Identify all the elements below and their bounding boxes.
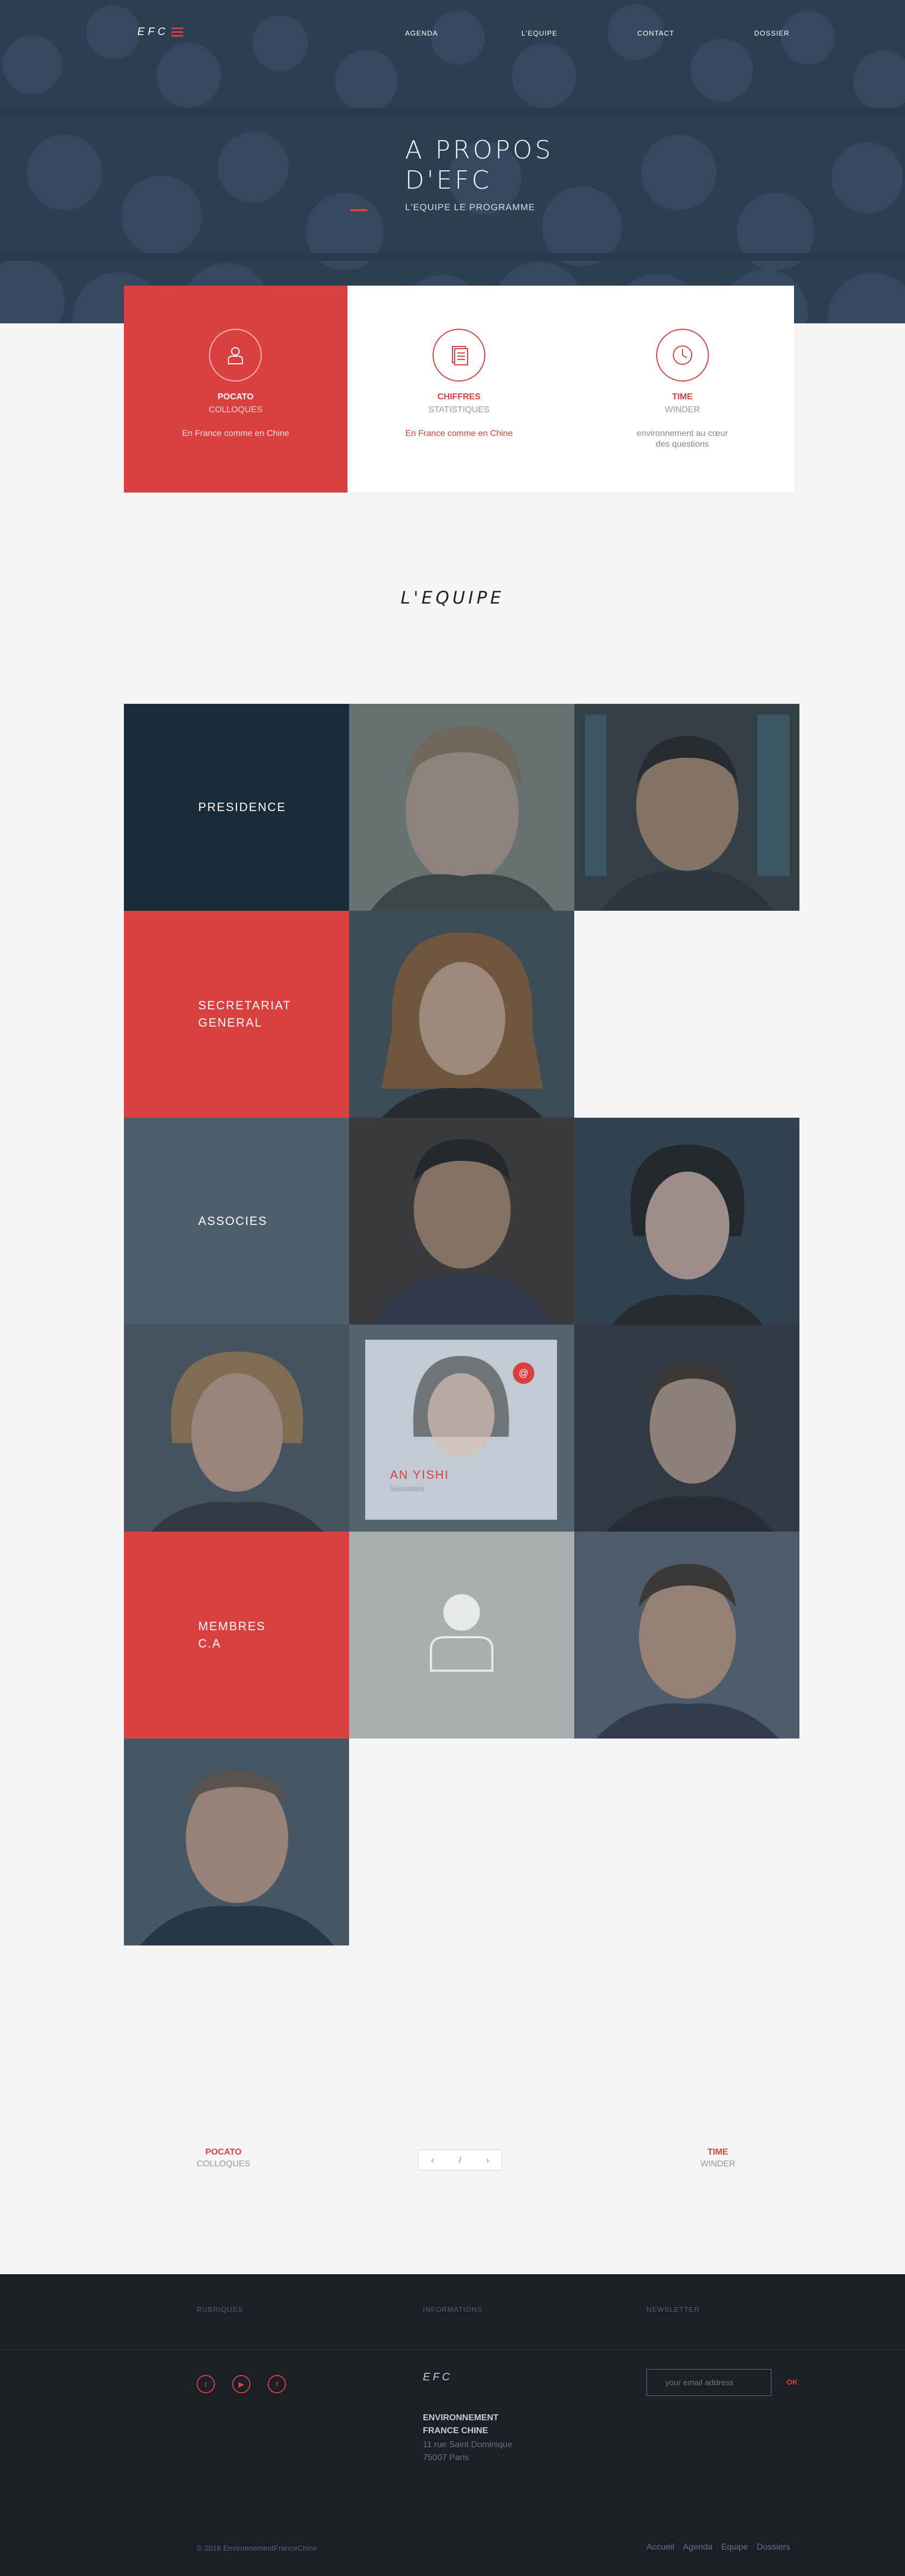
group-label: MEMBRES C.A (198, 1619, 266, 1650)
hero-banner: EFC AGENDA L'EQUIPE CONTACT DOSSIER A PR… (0, 0, 905, 323)
footer-logo[interactable]: EFC (423, 2371, 452, 2384)
group-associes: ASSOCIES (124, 1118, 349, 1325)
member-name: AN YISHI (390, 1468, 449, 1481)
group-label: PRESIDENCE (198, 800, 287, 814)
top-nav: EFC AGENDA L'EQUIPE CONTACT DOSSIER (0, 22, 905, 43)
newsletter-submit-button[interactable]: OK (786, 2378, 798, 2386)
copyright-text: © 2016 EnvironnementFranceChine (197, 2544, 317, 2552)
feature-subtitle: WINDER (665, 405, 700, 414)
footer-link-dossiers[interactable]: Dossiers (757, 2543, 790, 2552)
team-member-photo[interactable] (124, 1325, 349, 1532)
footer-link-accueil[interactable]: Accueil (646, 2543, 674, 2552)
person-placeholder-icon (430, 1594, 493, 1672)
member-portrait (413, 1356, 509, 1457)
twitter-icon[interactable]: t (197, 2375, 215, 2393)
footer-link-equipe[interactable]: Equipe (721, 2543, 748, 2552)
feature-title: TIME (672, 392, 693, 401)
footer-heading-rubriques: RUBRIQUES (197, 2305, 243, 2314)
footer-heading-newsletter: NEWSLETTER (646, 2305, 700, 2314)
newsletter-email-input[interactable] (646, 2369, 771, 2396)
feature-card-pocato[interactable]: POCATO COLLOQUES En France comme en Chin… (124, 286, 347, 493)
feature-cards: POCATO COLLOQUES En France comme en Chin… (124, 286, 794, 493)
page-title-line2: D'EFC (405, 165, 492, 195)
footer-link-agenda[interactable]: Agenda (683, 2543, 713, 2552)
feature-description: environnement au cœur des questions (636, 429, 728, 449)
feature-title: CHIFFRES (437, 392, 481, 401)
chevron-right-icon[interactable]: › (486, 2156, 489, 2165)
team-section-title: L'EQUIPE (400, 587, 505, 608)
hero-subtitle[interactable]: L'EQUIPE LE PROGRAMME (405, 202, 535, 213)
page-title-line1: A PROPOS (405, 135, 554, 164)
footer-links: Accueil Agenda Equipe Dossiers (646, 2543, 790, 2552)
clock-icon (656, 329, 709, 382)
feature-subtitle: STATISTIQUES (428, 405, 490, 414)
footer-heading-informations: INFORMATIONS (423, 2305, 483, 2314)
nav-agenda[interactable]: AGENDA (405, 29, 438, 37)
prev-page-link[interactable]: POCATO COLLOQUES (197, 2148, 250, 2169)
team-member-photo[interactable] (349, 704, 574, 911)
site-footer: RUBRIQUES INFORMATIONS NEWSLETTER t ▶ f … (0, 2274, 905, 2576)
person-icon (209, 329, 262, 382)
group-label: SECRETARIAT GENERAL (198, 999, 291, 1029)
member-role: Secrétaire (390, 1484, 424, 1493)
feature-title: POCATO (217, 392, 254, 401)
group-secretariat-general: SECRETARIAT GENERAL (124, 911, 349, 1118)
member-hover-card[interactable]: @ AN YISHI Secrétaire (365, 1340, 557, 1520)
team-member-photo[interactable] (124, 1739, 349, 1945)
mail-icon[interactable]: @ (513, 1362, 534, 1384)
hamburger-menu-icon[interactable] (171, 27, 183, 37)
group-label: ASSOCIES (198, 1214, 268, 1228)
feature-description: En France comme en Chine (405, 429, 513, 438)
group-membres-ca: MEMBRES C.A (124, 1532, 349, 1739)
feature-card-time[interactable]: TIME WINDER environnement au cœur des qu… (570, 286, 794, 493)
pager-control: ‹ / › (418, 2150, 502, 2170)
team-member-photo[interactable] (349, 1118, 574, 1325)
feature-description: En France comme en Chine (182, 429, 289, 438)
page-pagination: POCATO COLLOQUES ‹ / › TIME WINDER (0, 2148, 905, 2180)
group-presidence: PRESIDENCE (124, 704, 349, 911)
nav-contact[interactable]: CONTACT (637, 29, 674, 37)
social-links: t ▶ f (197, 2375, 286, 2393)
team-member-card-an-yishi[interactable]: @ AN YISHI Secrétaire (349, 1325, 574, 1532)
footer-organisation: ENVIRONNEMENT FRANCE CHINE (423, 2413, 499, 2435)
footer-address: 11 rue Saint Dominique 75007 Paris (423, 2440, 513, 2462)
hero-accent-dash (350, 209, 367, 211)
team-member-placeholder[interactable] (349, 1532, 574, 1739)
site-logo[interactable]: EFC (137, 26, 169, 38)
chevron-left-icon[interactable]: ‹ (431, 2156, 434, 2165)
feature-subtitle: COLLOQUES (208, 405, 263, 414)
youtube-icon[interactable]: ▶ (232, 2375, 250, 2393)
team-member-photo[interactable] (574, 1532, 799, 1739)
page-title: A PROPOS D'EFC (405, 135, 553, 195)
team-member-photo[interactable] (574, 1118, 799, 1325)
document-icon (433, 329, 485, 382)
nav-dossier[interactable]: DOSSIER (754, 29, 790, 37)
nav-equipe[interactable]: L'EQUIPE (521, 29, 558, 37)
team-member-photo[interactable] (574, 1325, 799, 1532)
team-member-photo[interactable] (349, 911, 574, 1118)
feature-card-chiffres[interactable]: CHIFFRES STATISTIQUES En France comme en… (347, 286, 571, 493)
pager-separator: / (458, 2155, 462, 2165)
team-member-photo[interactable] (574, 704, 799, 911)
facebook-icon[interactable]: f (268, 2375, 286, 2393)
next-page-link[interactable]: TIME WINDER (700, 2148, 735, 2169)
